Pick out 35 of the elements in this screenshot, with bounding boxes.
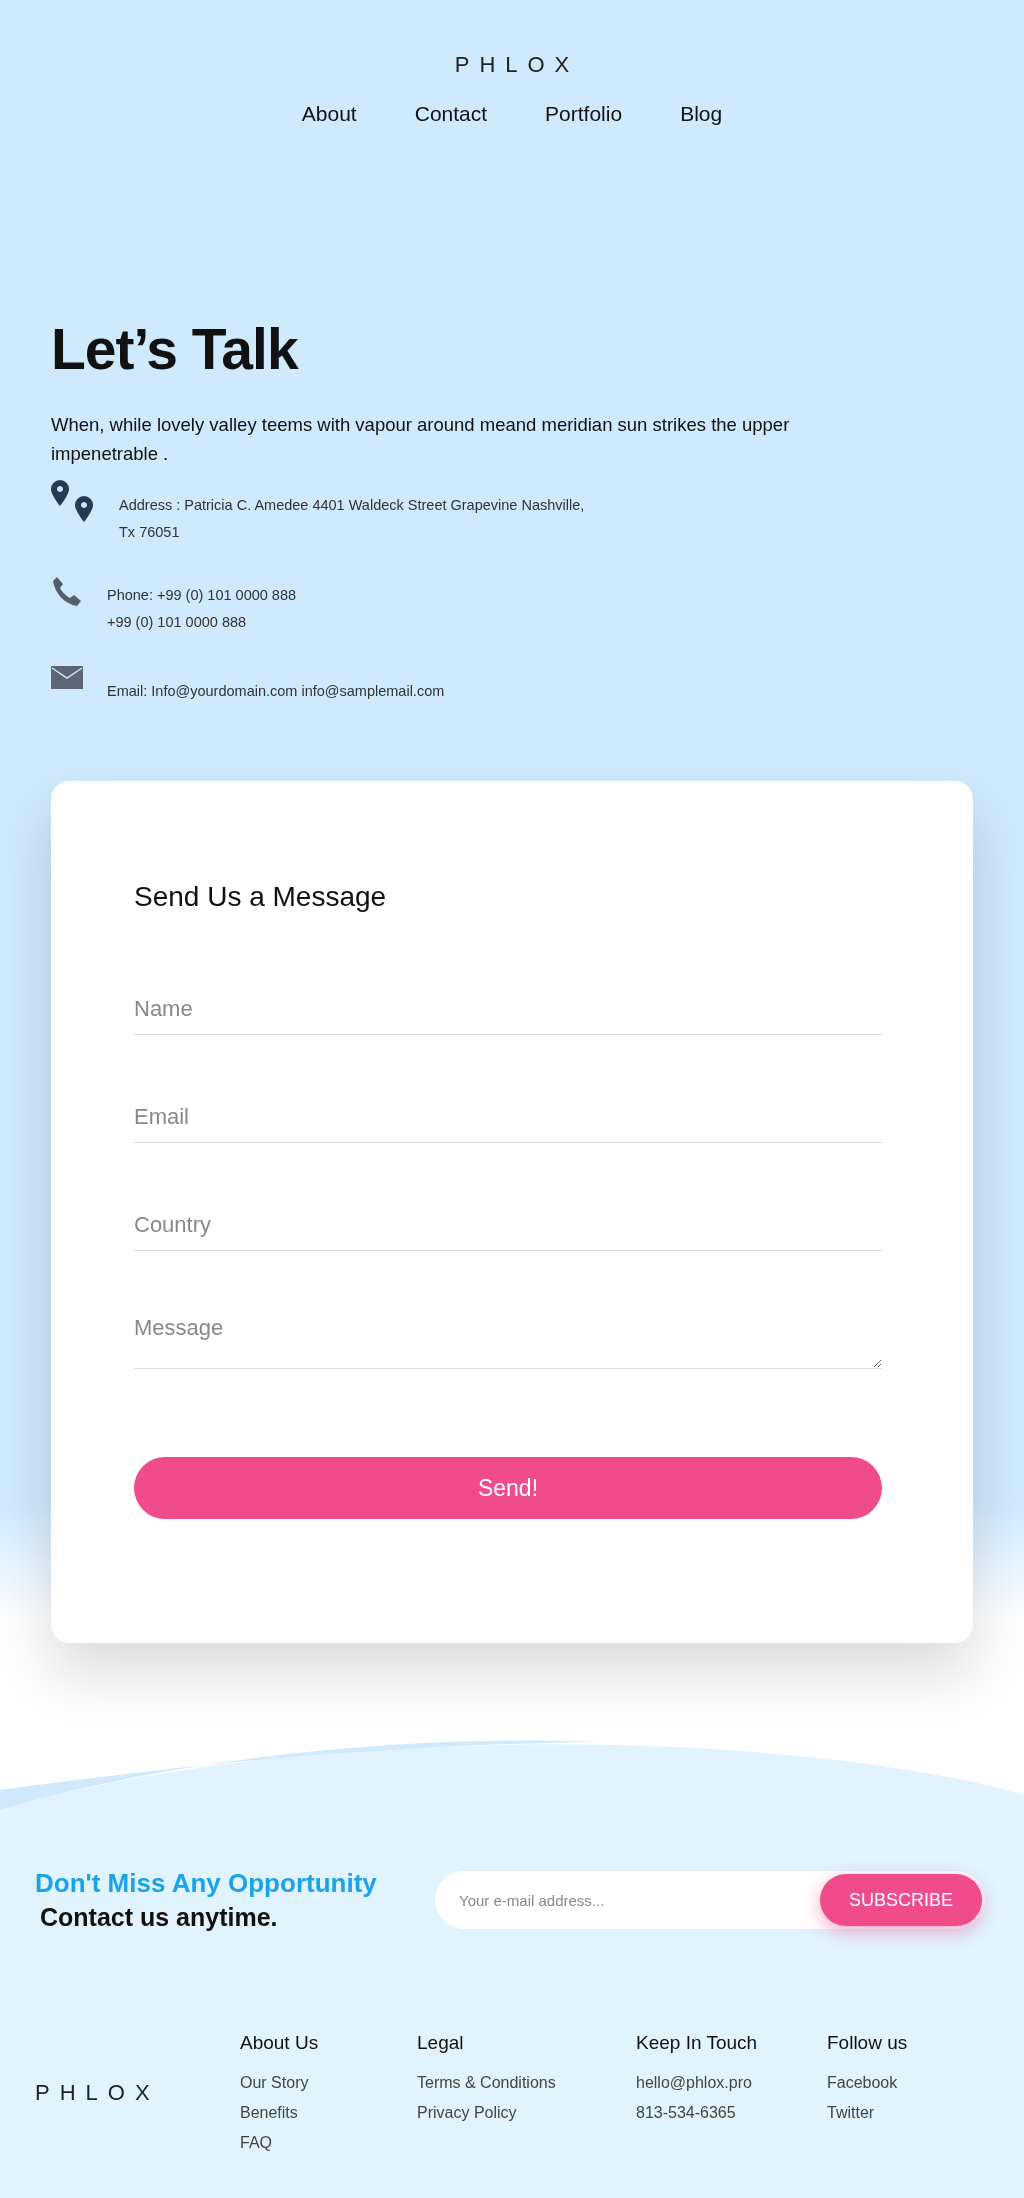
footer-heading: Keep In Touch [636,2032,759,2054]
page-title: Let’s Talk [51,316,300,382]
nav-link[interactable]: Portfolio [545,102,623,126]
text-field[interactable]: Name [134,983,882,1035]
nav-link[interactable]: Contact [414,102,488,126]
newsletter-subline: Contact us anytime. [40,1903,279,1932]
nav-link[interactable]: Blog [680,102,723,126]
contact-text: Phone: +99 (0) 101 0000 888 [107,586,297,605]
text-field[interactable]: Country [134,1199,882,1251]
map-pins-icon [51,480,95,522]
phone-icon [51,576,83,608]
message-field[interactable]: Message [134,1307,882,1369]
footer-link[interactable]: Our Story [240,2068,417,2098]
footer-logo[interactable]: PHLOX [35,2080,240,2106]
footer-link[interactable]: Facebook [827,2068,987,2098]
newsletter-headline: Don't Miss Any Opportunity [35,1868,377,1899]
footer-link[interactable]: Twitter [827,2098,987,2128]
footer-link[interactable]: 813-534-6365 [636,2098,827,2128]
footer-heading: Follow us [827,2032,909,2054]
footer-heading: About Us [240,2032,320,2054]
envelope-icon [51,666,83,689]
footer-heading: Legal [417,2032,465,2054]
intro-text: When, while lovely valley teems with vapour around meand meridian sun strikes the upper impenetrable . [51,413,791,466]
contact-text: Email: Info@yourdomain.com info@samplemail.com [107,682,445,701]
logo[interactable]: PHLOX [444,52,580,78]
footer-link[interactable]: Privacy Policy [417,2098,636,2128]
footer-link[interactable]: Benefits [240,2098,417,2128]
form-title: Send Us a Message [134,881,388,913]
footer-link[interactable]: FAQ [240,2128,417,2158]
footer-link[interactable]: Terms & Conditions [417,2068,636,2098]
text-field[interactable]: Email [134,1091,882,1143]
contact-text: +99 (0) 101 0000 888 [107,613,248,632]
nav-link[interactable]: About [301,102,357,126]
footer-link[interactable]: hello@phlox.pro [636,2068,827,2098]
contact-text: Address : Patricia C. Amedee 4401 Waldeck Street Grapevine Nashville, Tx 76051 [119,496,586,542]
